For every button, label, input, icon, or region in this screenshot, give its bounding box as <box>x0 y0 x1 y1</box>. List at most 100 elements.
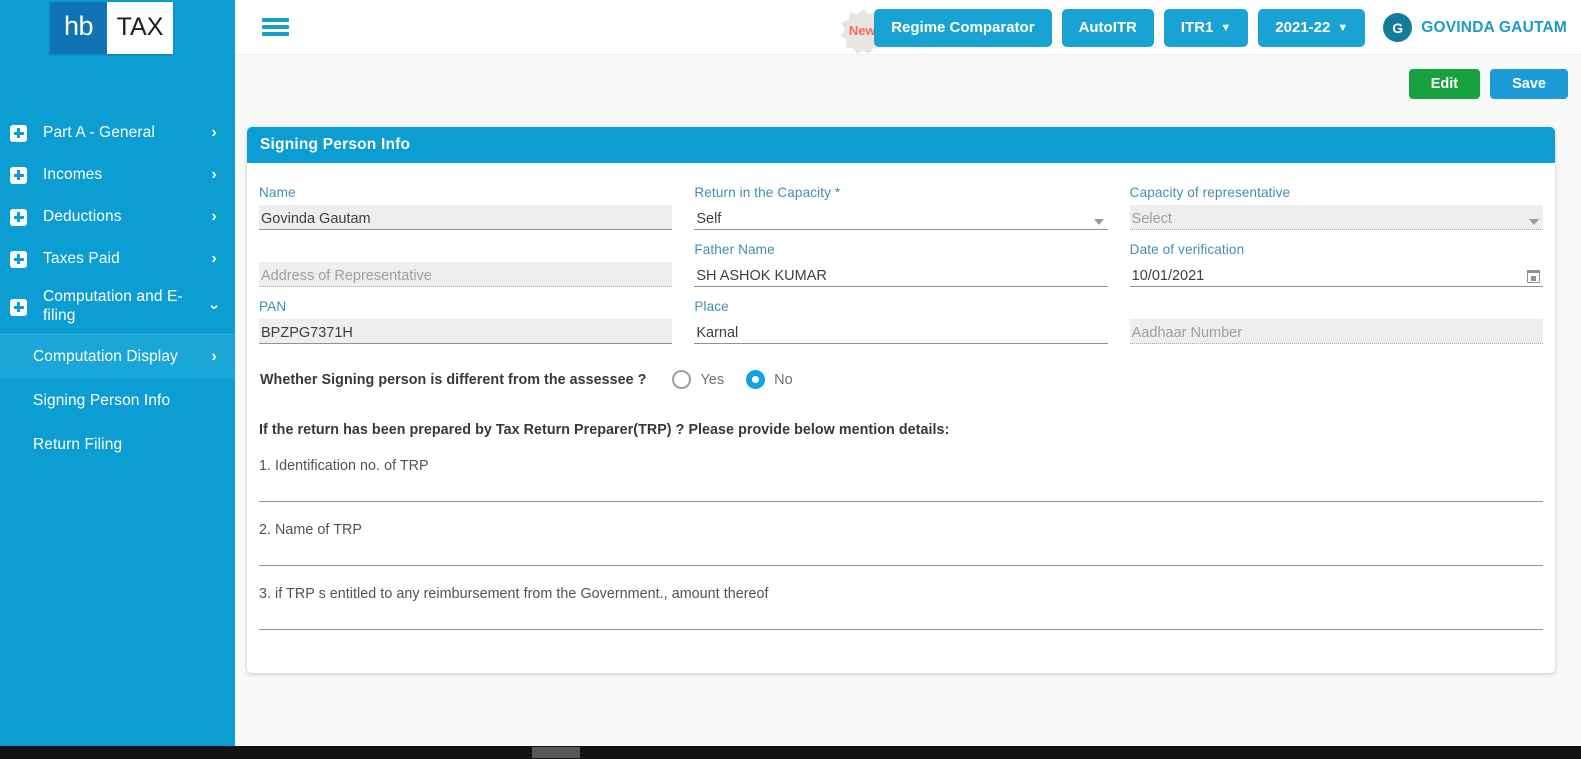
itr-form-selector[interactable]: ITR1 ▼ <box>1163 8 1249 47</box>
chevron-right-icon: › <box>211 124 217 141</box>
chevron-down-icon: ▼ <box>1337 21 1349 34</box>
hamburger-bar <box>262 18 289 22</box>
radio-circle-yes[interactable] <box>672 370 692 389</box>
sidebar-item-computation-display[interactable]: Computation Display › <box>0 335 235 379</box>
sidebar-item-part-a-general[interactable]: Part A - General › <box>0 112 235 154</box>
sidebar-subitem-label: Computation Display <box>33 347 178 365</box>
sidebar-item-incomes[interactable]: Incomes › <box>0 154 235 196</box>
plus-icon <box>10 250 27 268</box>
card-title: Signing Person Info <box>247 127 1555 163</box>
sidebar-item-computation-and-efiling[interactable]: Computation and E-filing › <box>0 280 235 334</box>
horizontal-scrollbar[interactable] <box>0 746 1581 759</box>
hamburger-icon[interactable] <box>262 16 289 38</box>
return-capacity-value: Self <box>696 211 722 227</box>
sidebar-item-signing-person-info[interactable]: Signing Person Info <box>0 379 235 423</box>
field-place: Place Karnal <box>694 287 1108 344</box>
field-label <box>259 242 672 259</box>
field-label: Place <box>694 299 729 314</box>
hamburger-bar <box>262 32 289 36</box>
pan-input[interactable]: BPZPG7371H <box>259 319 673 344</box>
user-menu[interactable]: G GOVINDA GAUTAM <box>1383 13 1567 42</box>
regime-comparator-wrapper: New Regime Comparator <box>840 8 1052 55</box>
field-label: Name <box>259 185 296 200</box>
field-label: Return in the Capacity * <box>694 185 841 200</box>
assessment-year-value: 2021-22 <box>1275 19 1331 36</box>
chevron-right-icon: › <box>211 348 217 365</box>
sidebar-item-return-filing[interactable]: Return Filing <box>0 423 235 467</box>
plus-icon <box>10 124 27 142</box>
plus-icon <box>10 298 27 316</box>
sidebar-subitem-label: Signing Person Info <box>33 391 171 409</box>
signing-person-info-card: Signing Person Info Name Govinda Gautam … <box>247 127 1555 673</box>
chevron-down-icon: ▼ <box>1220 21 1232 34</box>
name-input[interactable]: Govinda Gautam <box>259 205 673 230</box>
radio-circle-no[interactable] <box>746 370 766 389</box>
plus-icon <box>10 166 27 184</box>
plus-icon <box>10 208 27 226</box>
radio-option-no[interactable]: No <box>746 370 793 389</box>
radio-label-no: No <box>774 371 793 388</box>
chevron-down-icon <box>1529 219 1539 225</box>
field-label: Date of verification <box>1129 242 1245 257</box>
topbar-actions: New Regime Comparator AutoITR ITR1 ▼ 202… <box>840 0 1571 55</box>
trp-item-input[interactable] <box>259 565 1543 566</box>
app-logo[interactable]: hb TAX <box>50 2 173 54</box>
card-body: Name Govinda Gautam Return in the Capaci… <box>247 163 1555 630</box>
sidebar-item-taxes-paid[interactable]: Taxes Paid › <box>0 238 235 280</box>
return-capacity-select[interactable]: Self <box>694 205 1108 230</box>
field-address-of-representative: Address of Representative <box>259 230 673 287</box>
chevron-down-icon: › <box>206 304 223 310</box>
sidebar-item-label: Taxes Paid <box>43 249 120 267</box>
regime-comparator-button[interactable]: Regime Comparator <box>874 8 1052 47</box>
radio-option-yes[interactable]: Yes <box>672 370 724 389</box>
sidebar-item-label: Deductions <box>43 207 122 225</box>
form-action-buttons: Edit Save <box>1408 69 1568 99</box>
signing-person-different-row: Whether Signing person is different from… <box>259 370 1543 389</box>
field-capacity-of-representative: Capacity of representative Select <box>1129 173 1543 230</box>
field-pan: PAN BPZPG7371H <box>259 287 673 344</box>
save-button[interactable]: Save <box>1490 69 1568 99</box>
trp-item-label: 2. Name of TRP <box>259 522 362 538</box>
field-label: Capacity of representative <box>1129 185 1291 200</box>
field-name: Name Govinda Gautam <box>259 173 673 230</box>
avatar: G <box>1383 13 1413 42</box>
date-of-verification-value: 10/01/2021 <box>1131 268 1205 284</box>
sidebar-item-label: Part A - General <box>43 123 155 141</box>
capacity-of-representative-value: Select <box>1131 211 1172 227</box>
sidebar-nav: Part A - General › Incomes › Deductions … <box>0 112 235 467</box>
field-label <box>1130 299 1543 316</box>
chevron-right-icon: › <box>211 250 217 267</box>
capacity-of-representative-select[interactable]: Select <box>1129 205 1543 230</box>
chevron-right-icon: › <box>211 208 217 225</box>
assessment-year-selector[interactable]: 2021-22 ▼ <box>1258 8 1366 47</box>
form-grid-row-1: Name Govinda Gautam Return in the Capaci… <box>259 173 1543 230</box>
trp-item-input[interactable] <box>259 501 1543 502</box>
scrollbar-thumb[interactable] <box>532 747 580 758</box>
sidebar-subitem-label: Return Filing <box>33 435 123 453</box>
date-of-verification-input[interactable]: 10/01/2021 <box>1129 262 1543 287</box>
topbar: New Regime Comparator AutoITR ITR1 ▼ 202… <box>235 0 1581 55</box>
field-father-name: Father Name SH ASHOK KUMAR <box>694 230 1108 287</box>
father-name-input[interactable]: SH ASHOK KUMAR <box>694 262 1108 287</box>
itr-form-value: ITR1 <box>1180 19 1214 36</box>
auto-itr-button[interactable]: AutoITR <box>1061 8 1154 47</box>
user-name-label: GOVINDA GAUTAM <box>1421 18 1567 36</box>
trp-item-label: 1. Identification no. of TRP <box>259 458 429 474</box>
trp-item-3: 3. if TRP s entitled to any reimbursemen… <box>259 586 1543 630</box>
trp-item-input[interactable] <box>259 629 1543 630</box>
hamburger-bar <box>262 25 289 29</box>
logo-tax-text: TAX <box>107 2 173 54</box>
app-root: hb TAX Part A - General › Incomes › Dedu… <box>0 0 1581 759</box>
edit-button[interactable]: Edit <box>1408 69 1481 99</box>
place-input[interactable]: Karnal <box>694 319 1108 344</box>
radio-question-label: Whether Signing person is different from… <box>260 371 647 388</box>
aadhaar-number-input[interactable]: Aadhaar Number <box>1129 319 1543 344</box>
chevron-right-icon: › <box>211 166 217 183</box>
address-of-representative-input[interactable]: Address of Representative <box>259 262 673 287</box>
calendar-icon[interactable] <box>1526 269 1540 283</box>
trp-item-2: 2. Name of TRP <box>259 522 1543 566</box>
sidebar-item-deductions[interactable]: Deductions › <box>0 196 235 238</box>
trp-section-heading: If the return has been prepared by Tax R… <box>259 422 950 438</box>
form-grid-row-3: PAN BPZPG7371H Place Karnal Aadhaar Numb… <box>259 287 1543 344</box>
sidebar-item-label: Computation and E-filing <box>43 288 183 324</box>
